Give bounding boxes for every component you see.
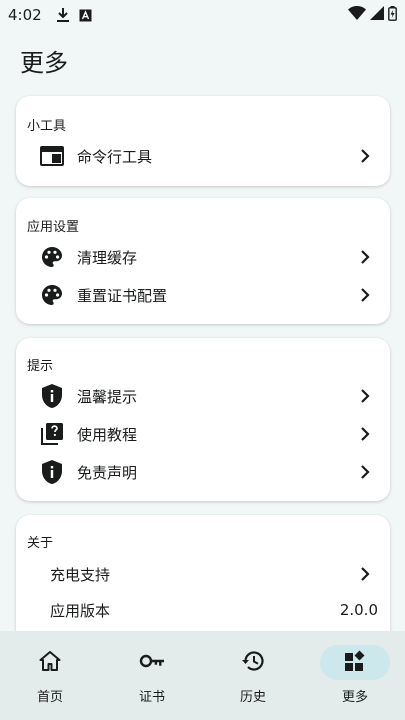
item-label: 使用教程 bbox=[77, 425, 138, 444]
app-a-icon bbox=[79, 9, 92, 22]
app-settings-card: 应用设置 清理缓存 重置证书配置 bbox=[16, 198, 390, 324]
info-shield-icon bbox=[40, 460, 64, 484]
tips-card-header: 提示 bbox=[27, 359, 54, 374]
clear-cache-item[interactable]: 清理缓存 bbox=[16, 238, 390, 276]
terminal-icon bbox=[40, 144, 64, 168]
about-card-header: 关于 bbox=[27, 536, 54, 551]
nav-pill-active bbox=[320, 645, 390, 680]
item-label: 重置证书配置 bbox=[77, 286, 168, 305]
tips-card: 提示 温馨提示 使用教程 免责声明 bbox=[16, 338, 390, 501]
nav-label: 首页 bbox=[36, 690, 63, 705]
app-settings-card-header: 应用设置 bbox=[27, 220, 80, 235]
history-icon bbox=[241, 650, 265, 676]
status-bar: 4:02 bbox=[0, 0, 405, 30]
item-label: 温馨提示 bbox=[77, 387, 138, 406]
chevron-right-icon bbox=[358, 149, 372, 163]
nav-more[interactable]: 更多 bbox=[305, 645, 405, 705]
chevron-right-icon bbox=[358, 389, 372, 403]
info-shield-icon bbox=[40, 384, 64, 408]
disclaimer-item[interactable]: 免责声明 bbox=[16, 453, 390, 491]
chevron-right-icon bbox=[358, 465, 372, 479]
command-line-tool-item[interactable]: 命令行工具 bbox=[16, 137, 390, 175]
item-label: 应用版本 bbox=[50, 601, 111, 620]
nav-label: 历史 bbox=[239, 690, 266, 705]
nav-certificate[interactable]: 证书 bbox=[102, 645, 202, 705]
home-icon bbox=[39, 650, 61, 675]
item-label: 免责声明 bbox=[77, 463, 138, 482]
reset-certificate-config-item[interactable]: 重置证书配置 bbox=[16, 276, 390, 314]
nav-pill bbox=[15, 645, 85, 680]
tutorial-item[interactable]: 使用教程 bbox=[16, 415, 390, 453]
nav-pill bbox=[218, 645, 288, 680]
tips-notice-item[interactable]: 温馨提示 bbox=[16, 377, 390, 415]
tools-card: 小工具 命令行工具 bbox=[16, 96, 390, 186]
nav-label: 证书 bbox=[138, 690, 165, 705]
chevron-right-icon bbox=[358, 288, 372, 302]
app-version-item: 应用版本 2.0.0 bbox=[16, 591, 390, 629]
charging-support-item[interactable]: 充电支持 bbox=[16, 555, 390, 593]
tools-card-header: 小工具 bbox=[27, 119, 67, 134]
nav-history[interactable]: 历史 bbox=[203, 645, 303, 705]
item-label: 命令行工具 bbox=[77, 147, 153, 166]
nav-home[interactable]: 首页 bbox=[0, 645, 100, 705]
battery-icon bbox=[388, 5, 397, 25]
item-label: 清理缓存 bbox=[77, 248, 138, 267]
key-icon bbox=[139, 653, 165, 672]
page-title: 更多 bbox=[20, 49, 68, 77]
signal-icon bbox=[370, 6, 384, 24]
palette-icon bbox=[40, 283, 64, 307]
item-label: 充电支持 bbox=[50, 565, 111, 584]
palette-icon bbox=[40, 245, 64, 269]
app-version-value: 2.0.0 bbox=[339, 601, 378, 619]
nav-label: 更多 bbox=[341, 690, 368, 705]
widgets-icon bbox=[344, 650, 366, 676]
chevron-right-icon bbox=[358, 427, 372, 441]
nav-pill bbox=[117, 645, 187, 680]
wifi-icon bbox=[348, 6, 366, 24]
status-time: 4:02 bbox=[8, 6, 42, 24]
chevron-right-icon bbox=[358, 567, 372, 581]
help-library-icon bbox=[40, 422, 64, 446]
chevron-right-icon bbox=[358, 250, 372, 264]
download-icon bbox=[56, 7, 70, 23]
bottom-navigation: 首页 证书 历史 更多 bbox=[0, 631, 405, 720]
